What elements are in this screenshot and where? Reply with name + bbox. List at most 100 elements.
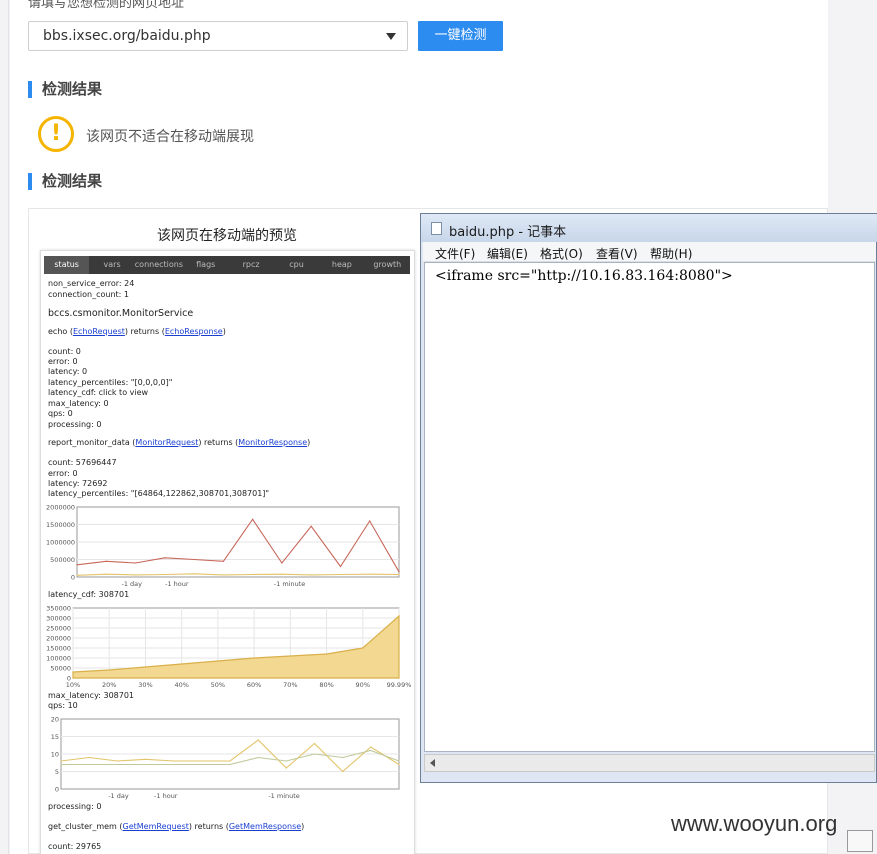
latency-cdf-chart: 350000 300000 250000 200000 150000 100000 5000…	[46, 605, 411, 690]
menu-format[interactable]: 格式(O)	[540, 245, 583, 262]
notepad-window[interactable]: baidu.php - 记事本 文件(F) 编辑(E) 格式(O) 查看(V) …	[420, 213, 877, 783]
data-point	[134, 562, 137, 564]
data-point	[398, 571, 400, 573]
menu-edit[interactable]: 编辑(E)	[487, 245, 528, 262]
x-tick-label: -1 minute	[274, 580, 305, 588]
mobile-tab-heap[interactable]: heap	[319, 256, 364, 274]
mobile-tab-rpcz[interactable]: rpcz	[228, 256, 273, 274]
watermark: www.wooyun.org	[671, 811, 838, 836]
notepad-content[interactable]: <iframe src="http://10.16.83.164:8080">	[435, 268, 733, 284]
chevron-down-icon[interactable]	[386, 33, 396, 40]
x-tick-label: 20%	[102, 681, 116, 689]
stat-line: processing: 0	[48, 420, 102, 429]
stat-line: qps: 0	[48, 409, 73, 418]
data-point	[253, 657, 255, 659]
notepad-titlebar[interactable]: baidu.php - 记事本	[421, 214, 877, 242]
getmem-request-link[interactable]: GetMemRequest	[123, 822, 189, 831]
data-point	[257, 739, 259, 741]
data-point	[398, 760, 400, 762]
service-name: bccs.csmonitor.MonitorService	[48, 308, 194, 319]
data-point	[193, 573, 195, 575]
section-title-result-1: 检测结果	[28, 81, 102, 98]
latency-chart: 2000000 1500000 1000000 500000 0 -1 day -1 hou…	[46, 504, 400, 588]
data-point	[181, 663, 183, 665]
y-tick-label: 5	[55, 768, 59, 776]
one-click-check-button[interactable]: 一键检测	[418, 21, 503, 51]
data-point	[144, 666, 147, 668]
y-tick-label: 0	[55, 786, 59, 794]
url-select[interactable]: bbs.ixsec.org/baidu.php	[28, 21, 408, 51]
data-point	[285, 767, 287, 769]
x-tick-label: 50%	[211, 681, 225, 689]
stat-line: latency: 0	[48, 367, 88, 376]
mobile-preview-frame[interactable]: status vars connections flags rpcz cpu h…	[40, 250, 415, 854]
y-tick-label: 500000	[50, 556, 75, 564]
echo-response-link[interactable]: EchoResponse	[165, 327, 223, 336]
exclamation-circle-icon: !	[38, 116, 74, 152]
y-tick-label: 2000000	[46, 504, 75, 512]
y-tick-label: 20	[51, 716, 59, 724]
y-tick-label: 0	[71, 574, 75, 582]
resize-icon[interactable]	[847, 830, 873, 852]
notepad-file-icon	[431, 222, 442, 235]
notepad-horizontal-scrollbar[interactable]	[424, 754, 875, 772]
mobile-tab-cpu[interactable]: cpu	[274, 256, 319, 274]
data-point	[325, 653, 328, 655]
getmem-response-link[interactable]: GetMemResponse	[229, 822, 301, 831]
x-tick-label: -1 hour	[165, 580, 189, 588]
x-tick-label: -1 hour	[154, 792, 178, 800]
x-tick-label: -1 day	[108, 792, 129, 800]
mobile-tab-vars[interactable]: vars	[89, 256, 134, 274]
mobile-tab-growth[interactable]: growth	[365, 256, 410, 274]
mobile-tab-flags[interactable]: flags	[183, 256, 228, 274]
method-text: )	[222, 327, 226, 336]
section-title-result-2: 检测结果	[28, 173, 102, 190]
x-tick-label: 90%	[356, 681, 370, 689]
mobile-tab-status[interactable]: status	[44, 256, 90, 274]
x-tick-label: -1 minute	[268, 792, 299, 800]
data-point	[134, 574, 137, 576]
data-point	[398, 615, 400, 617]
data-point	[76, 574, 78, 576]
stat-line: processing: 0	[48, 802, 102, 811]
data-point	[88, 763, 90, 766]
data-point	[105, 560, 107, 562]
notepad-menubar: 文件(F) 编辑(E) 格式(O) 查看(V) 帮助(H)	[423, 242, 876, 262]
qps-chart: 20 15 10 5 0 -1 day -1 hour -1 minute	[51, 716, 400, 800]
echo-request-link[interactable]: EchoRequest	[73, 327, 125, 336]
data-point	[313, 753, 316, 755]
data-point	[222, 560, 224, 562]
menu-help[interactable]: 帮助(H)	[650, 245, 692, 262]
menu-view[interactable]: 查看(V)	[596, 245, 638, 262]
method-text: ) returns (	[124, 327, 165, 336]
data-point	[252, 518, 254, 520]
notepad-editor[interactable]: <iframe src="http://10.16.83.164:8080">	[424, 262, 875, 752]
data-point	[201, 763, 203, 766]
monitor-response-link[interactable]: MonitorResponse	[238, 438, 307, 447]
data-point	[342, 756, 344, 759]
method-text: get_cluster_mem (	[48, 822, 123, 831]
data-point	[339, 565, 342, 568]
data-point	[229, 760, 231, 762]
notepad-title: baidu.php - 记事本	[449, 225, 567, 240]
y-tick-label: 300000	[46, 615, 71, 623]
monitor-request-link[interactable]: MonitorRequest	[135, 438, 198, 447]
warning-message: 该网页不适合在移动端展现	[86, 129, 254, 145]
stat-line: error: 0	[48, 469, 78, 478]
data-point	[398, 763, 400, 766]
data-point	[362, 647, 364, 649]
left-strip	[0, 0, 9, 854]
mobile-tab-connections[interactable]: connections	[135, 256, 183, 274]
stat-line[interactable]: latency_cdf: click to view	[48, 388, 148, 397]
data-point	[370, 749, 372, 752]
data-point	[217, 660, 219, 662]
stat-line: latency: 72692	[48, 479, 108, 488]
url-prompt-label: 请填写您想检测的网页地址	[28, 0, 185, 11]
stat-line: count: 57696447	[48, 458, 117, 467]
data-point	[369, 520, 371, 522]
menu-file[interactable]: 文件(F)	[435, 245, 475, 262]
data-point	[144, 758, 147, 760]
method-echo: echo (EchoRequest) returns (EchoResponse…	[48, 327, 226, 336]
scroll-left-icon[interactable]	[430, 759, 435, 767]
method-text: ) returns (	[198, 438, 239, 447]
